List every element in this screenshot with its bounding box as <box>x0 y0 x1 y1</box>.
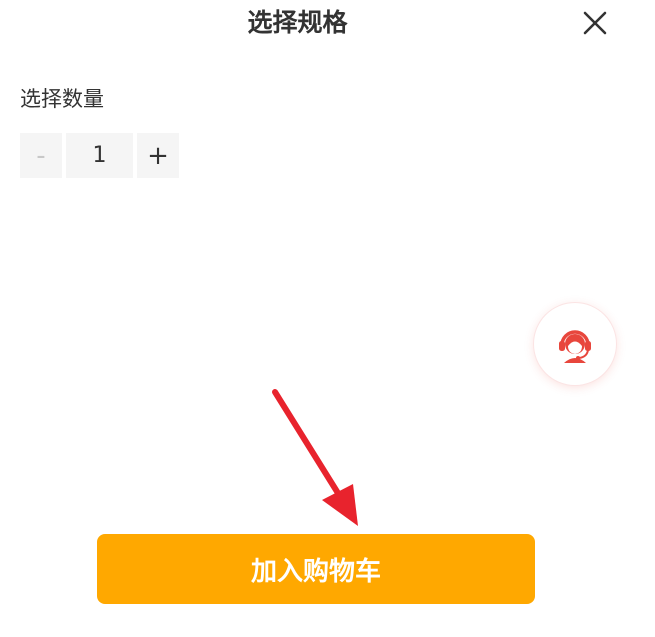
customer-service-icon <box>559 330 591 363</box>
spec-selection-sheet: 选择规格 选择数量 - 1 + 加入购物车 <box>0 0 655 637</box>
quantity-value[interactable]: 1 <box>66 133 133 178</box>
increase-button[interactable]: + <box>137 133 179 178</box>
quantity-label: 选择数量 <box>20 87 104 111</box>
decrease-button[interactable]: - <box>20 133 62 178</box>
close-icon <box>583 11 607 35</box>
quantity-stepper: - 1 + <box>20 133 179 178</box>
close-button[interactable] <box>578 6 612 40</box>
red-arrow-icon <box>272 389 358 526</box>
add-to-cart-button[interactable]: 加入购物车 <box>97 534 535 604</box>
customer-service-button[interactable] <box>534 303 616 385</box>
sheet-title: 选择规格 <box>247 8 348 37</box>
